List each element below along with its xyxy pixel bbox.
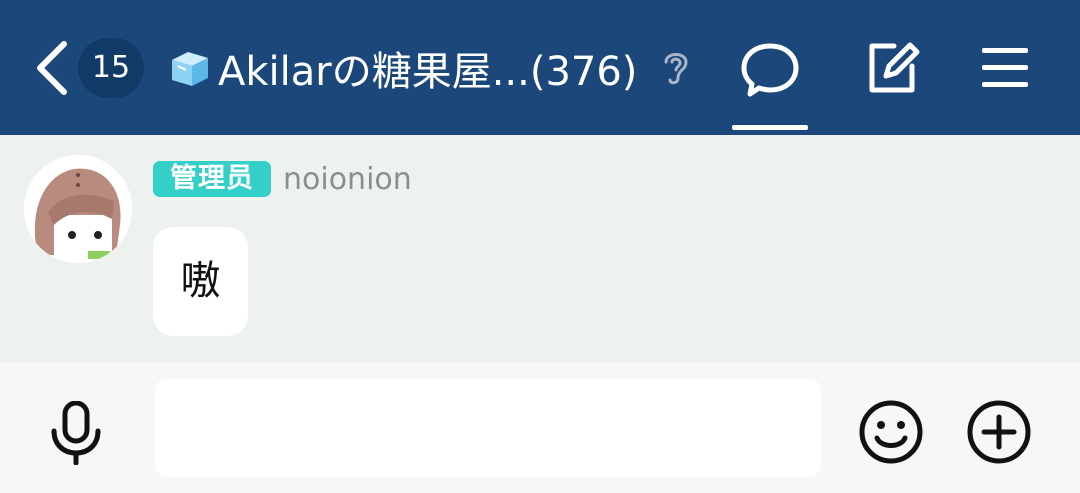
avatar[interactable]: [24, 155, 132, 263]
ear-icon[interactable]: [658, 48, 694, 88]
group-title: Akilarの糖果屋...(376): [218, 49, 638, 95]
group-title-area[interactable]: Akilarの糖果屋...(376): [168, 40, 637, 96]
message-input[interactable]: [155, 379, 821, 477]
chat-header: 15 Akilarの糖果屋...(376): [0, 0, 1080, 135]
sender-nickname[interactable]: noionion: [283, 160, 412, 200]
anime-avatar-image: [24, 155, 132, 263]
message-bubble[interactable]: 嗷: [153, 227, 248, 336]
back-button[interactable]: [30, 38, 74, 98]
composer-bar: [0, 363, 1080, 493]
emoji-icon[interactable]: [858, 399, 924, 465]
plus-icon[interactable]: [966, 399, 1032, 465]
admin-role-badge: 管理员: [153, 161, 271, 197]
compose-icon[interactable]: [862, 38, 922, 98]
chat-bubble-icon[interactable]: [740, 40, 800, 100]
active-tab-indicator: [732, 125, 808, 130]
unread-count-badge[interactable]: 15: [78, 38, 144, 98]
ice-cube-icon: [172, 52, 208, 86]
back-arrow-icon: [37, 41, 67, 95]
menu-icon[interactable]: [980, 45, 1030, 89]
microphone-icon[interactable]: [48, 401, 104, 465]
